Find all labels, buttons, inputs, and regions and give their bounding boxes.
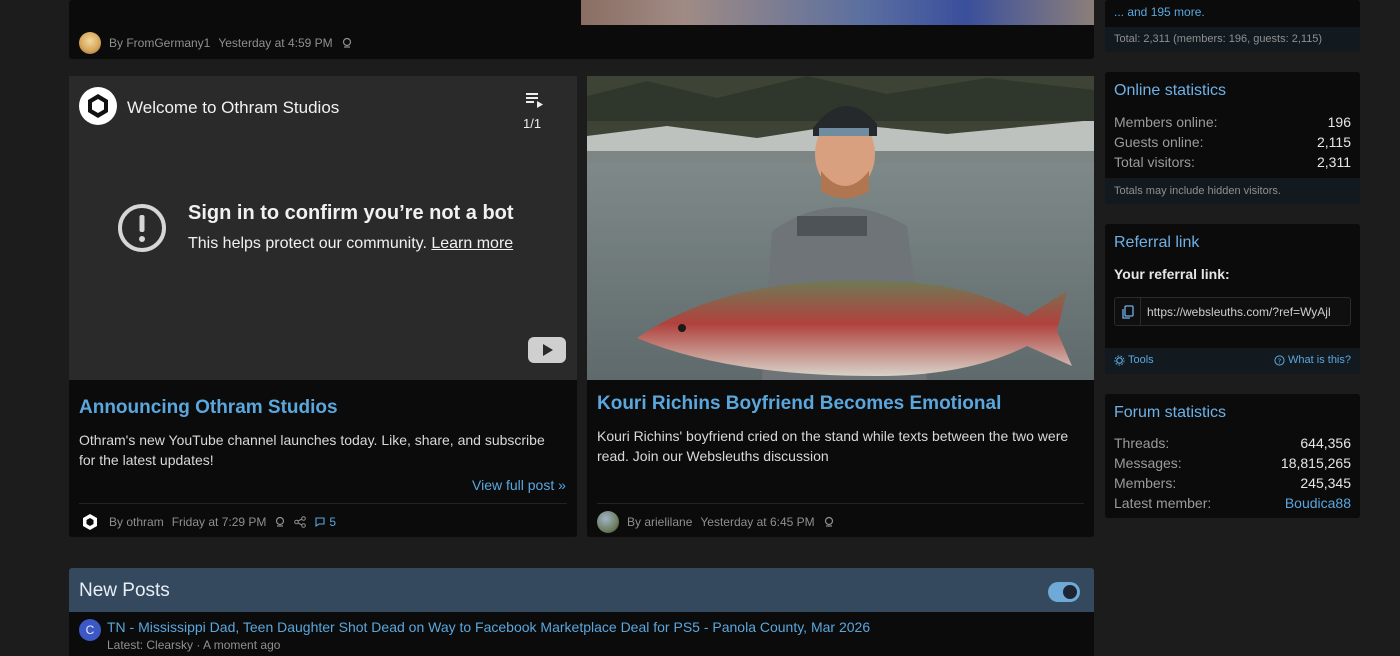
- online-statistics-block: Online statistics Members online: 196 Gue…: [1105, 72, 1360, 204]
- video-channel-title[interactable]: Welcome to Othram Studios: [127, 98, 339, 118]
- what-is-this-link[interactable]: ? What is this?: [1274, 354, 1351, 366]
- post-meta-kouri: By arielilane Yesterday at 6:45 PM: [597, 511, 835, 533]
- new-posts-heading[interactable]: New Posts: [79, 580, 170, 602]
- what-is-this-label: What is this?: [1288, 354, 1351, 366]
- comments-link[interactable]: 5: [314, 515, 336, 529]
- online-statistics-heading[interactable]: Online statistics: [1114, 82, 1226, 100]
- bot-warning-sentence: This helps protect our community.: [188, 235, 427, 252]
- stat-value: 18,815,265: [1280, 455, 1351, 471]
- gear-icon: [1114, 354, 1125, 366]
- forum-stats-list: Threads: 644,356 Messages: 18,815,265 Memb…: [1114, 433, 1351, 513]
- stat-value: 196: [1327, 114, 1351, 130]
- stat-label: Guests online:: [1114, 134, 1204, 150]
- top-card-right-image[interactable]: [581, 0, 1094, 25]
- post-excerpt-othram: Othram's new YouTube channel launches to…: [79, 432, 545, 468]
- new-posts-collapse-toggle[interactable]: [1048, 582, 1080, 602]
- stat-row-members: Members: 245,345: [1114, 473, 1351, 493]
- stat-row-threads: Threads: 644,356: [1114, 433, 1351, 453]
- author-avatar[interactable]: [79, 32, 101, 54]
- learn-more-link[interactable]: Learn more: [431, 235, 513, 252]
- new-posts-header: New Posts: [69, 568, 1094, 612]
- stat-value: 245,345: [1300, 475, 1351, 491]
- stat-value: 2,115: [1317, 134, 1351, 150]
- playlist-icon[interactable]: [524, 90, 544, 110]
- watch-icon[interactable]: [823, 516, 835, 528]
- post-time[interactable]: Yesterday at 6:45 PM: [700, 515, 814, 529]
- bot-warning-text: This helps protect our community. Learn …: [188, 235, 513, 253]
- author-avatar[interactable]: [597, 511, 619, 533]
- referral-url-field[interactable]: https://websleuths.com/?ref=WyAjl: [1114, 297, 1351, 326]
- post-title-othram[interactable]: Announcing Othram Studios: [79, 397, 338, 419]
- author-link[interactable]: By arielilane: [627, 515, 692, 529]
- othram-avatar-icon[interactable]: [79, 511, 101, 533]
- author-link[interactable]: By othram: [109, 515, 164, 529]
- post-title-kouri[interactable]: Kouri Richins Boyfriend Becomes Emotiona…: [597, 393, 1001, 415]
- copy-button[interactable]: [1115, 298, 1141, 325]
- more-members-link[interactable]: ... and 195 more.: [1114, 5, 1205, 19]
- divider: [597, 503, 1084, 504]
- post-time[interactable]: Yesterday at 4:59 PM: [218, 36, 332, 50]
- stat-row-total-visitors: Total visitors: 2,311: [1114, 152, 1351, 172]
- youtube-embed[interactable]: Welcome to Othram Studios 1/1 Sign in to…: [69, 76, 577, 380]
- othram-logo-icon[interactable]: [79, 87, 117, 125]
- stat-label: Threads:: [1114, 435, 1170, 451]
- playlist-count: 1/1: [523, 116, 542, 131]
- help-icon: ?: [1274, 354, 1285, 366]
- referral-url[interactable]: https://websleuths.com/?ref=WyAjl: [1141, 305, 1331, 319]
- thread-avatar[interactable]: C: [79, 619, 101, 641]
- referral-block: Referral link Your referral link: https:…: [1105, 224, 1360, 374]
- post-excerpt-kouri: Kouri Richins' boyfriend cried on the st…: [597, 428, 1069, 464]
- comment-icon: [315, 517, 325, 528]
- latest-member-link[interactable]: Boudica88: [1285, 495, 1351, 511]
- post-image-fisherman[interactable]: [587, 76, 1094, 380]
- post-time[interactable]: Friday at 7:29 PM: [172, 515, 267, 529]
- copy-icon: [1121, 304, 1134, 319]
- youtube-logo-icon[interactable]: [528, 337, 566, 363]
- stat-label: Latest member:: [1114, 495, 1212, 511]
- forum-statistics-block: Forum statistics Threads: 644,356 Message…: [1105, 394, 1360, 518]
- thread-title-link[interactable]: TN - Mississippi Dad, Teen Daughter Shot…: [107, 619, 870, 635]
- forum-statistics-heading[interactable]: Forum statistics: [1114, 404, 1226, 422]
- referral-label: Your referral link:: [1114, 266, 1230, 282]
- tools-label: Tools: [1128, 354, 1154, 366]
- comment-count: 5: [329, 515, 337, 529]
- stat-label: Members online:: [1114, 114, 1218, 130]
- stat-value: 644,356: [1300, 435, 1351, 451]
- tools-link[interactable]: Tools: [1114, 354, 1154, 366]
- online-stats-list: Members online: 196 Guests online: 2,115 T…: [1114, 112, 1351, 172]
- online-total-line: Total: 2,311 (members: 196, guests: 2,11…: [1105, 27, 1360, 52]
- online-stats-footer: Totals may include hidden visitors.: [1105, 178, 1360, 204]
- referral-heading[interactable]: Referral link: [1114, 234, 1199, 252]
- stat-row-guests-online: Guests online: 2,115: [1114, 132, 1351, 152]
- stat-value: 2,311: [1317, 154, 1351, 170]
- stat-label: Members:: [1114, 475, 1177, 491]
- svg-text:?: ?: [1278, 356, 1282, 365]
- stat-row-members-online: Members online: 196: [1114, 112, 1351, 132]
- alert-circle-icon: [118, 204, 166, 252]
- stat-label: Total visitors:: [1114, 154, 1195, 170]
- post-meta-othram: By othram Friday at 7:29 PM 5: [79, 511, 336, 533]
- watch-icon[interactable]: [274, 516, 286, 528]
- share-icon[interactable]: [294, 516, 307, 528]
- stat-label: Messages:: [1114, 455, 1182, 471]
- author-link[interactable]: By FromGermany1: [109, 36, 210, 50]
- stat-row-latest-member: Latest member: Boudica88: [1114, 493, 1351, 513]
- referral-footer: Tools ? What is this?: [1105, 348, 1360, 374]
- thread-latest-meta[interactable]: Latest: Clearsky · A moment ago: [107, 638, 280, 652]
- divider: [79, 503, 567, 504]
- new-posts-list: C TN - Mississippi Dad, Teen Daughter Sh…: [69, 612, 1094, 656]
- stat-row-messages: Messages: 18,815,265: [1114, 453, 1351, 473]
- top-post-meta: By FromGermany1 Yesterday at 4:59 PM: [79, 32, 353, 54]
- bot-warning-title: Sign in to confirm you’re not a bot: [188, 202, 514, 224]
- view-full-post-link[interactable]: View full post »: [472, 477, 566, 493]
- watch-icon[interactable]: [341, 37, 353, 49]
